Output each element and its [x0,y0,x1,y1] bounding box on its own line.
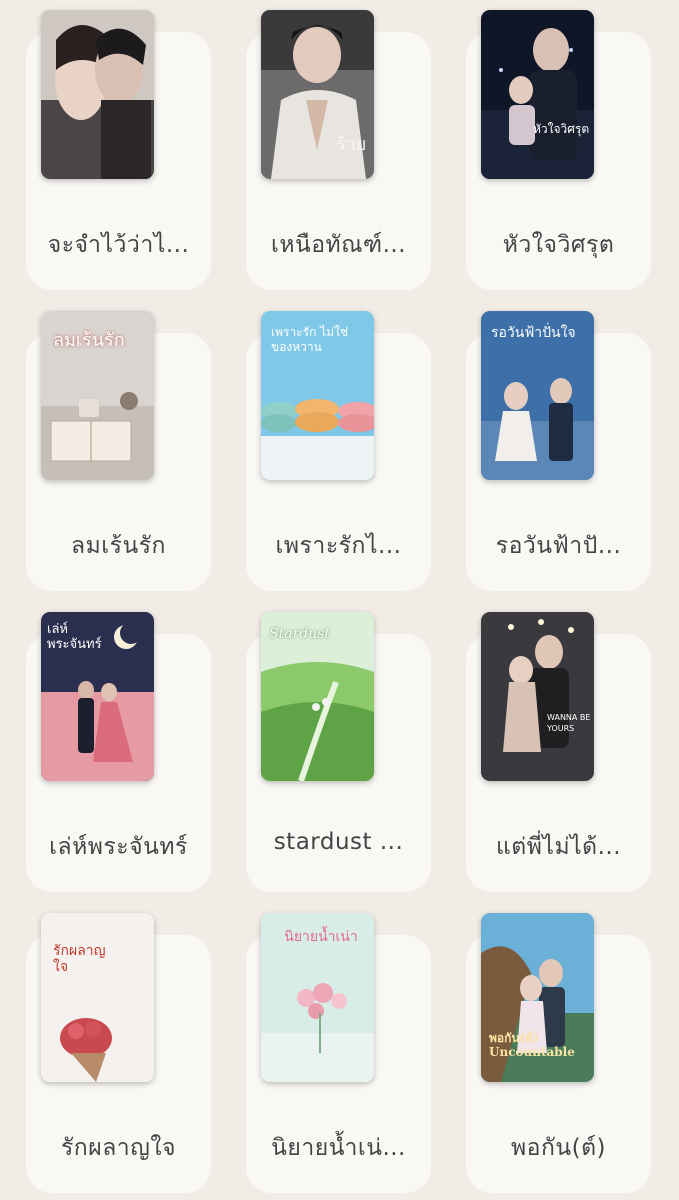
book-title[interactable]: แต่พี่ไม่ได้... [466,829,651,865]
book-title[interactable]: พอกัน(ต์) [466,1130,651,1166]
book-card[interactable]: ลมเร้นรัก ลมเร้นรัก [26,311,211,591]
book-cover[interactable]: นิยายน้ำเน่า [261,913,374,1082]
book-card[interactable]: เล่ห์พระจันทร์ เล่ห์พระจันทร์ [26,612,211,892]
cover-title: รอวันฟ้าปั่นใจ [491,325,576,341]
cover-title: นิยายน้ำเน่า [284,929,358,945]
book-card[interactable]: นิยายน้ำเน่า นิยายน้ำเน่... [246,913,431,1193]
book-title[interactable]: รอวันฟ้าปั... [466,528,651,564]
book-cover[interactable]: Stardust [261,612,374,781]
book-grid: จะจำไว้ว่าไ... ร้าย เหนือทัณฑ์... หัวใจว… [0,0,679,1200]
cover-title: เล่ห์พระจันทร์ [47,622,102,652]
book-card[interactable]: เพราะรัก ไม่ใช่ ของหวาน เพราะรักไ... [246,311,431,591]
book-cover[interactable]: WANNA BE YOURS [481,612,594,781]
book-title[interactable]: เพราะรักไ... [246,528,431,564]
book-cover[interactable]: เพราะรัก ไม่ใช่ ของหวาน [261,311,374,480]
book-title[interactable]: นิยายน้ำเน่... [246,1130,431,1166]
book-cover[interactable] [41,10,154,179]
book-title[interactable]: เล่ห์พระจันทร์ [26,829,211,865]
book-cover[interactable]: ลมเร้นรัก [41,311,154,480]
cover-title: พอกัน(ต์) Uncountable [489,1031,575,1059]
book-cover[interactable]: รักผลาญใจ [41,913,154,1082]
book-title[interactable]: stardust ... [246,829,431,855]
book-cover[interactable]: ร้าย [261,10,374,179]
cover-title: รักผลาญใจ [53,943,106,975]
book-cover[interactable]: เล่ห์พระจันทร์ [41,612,154,781]
book-title[interactable]: ลมเร้นรัก [26,528,211,564]
book-title[interactable]: เหนือทัณฑ์... [246,227,431,263]
svg-text:ร้าย: ร้าย [336,134,366,155]
cover-title: เพราะรัก ไม่ใช่ ของหวาน [271,325,349,354]
book-card[interactable]: หัวใจวิศรุต หัวใจวิศรุต [466,10,651,290]
book-card[interactable]: รักผลาญใจ รักผลาญใจ [26,913,211,1193]
cover-title: ลมเร้นรัก [53,330,125,351]
book-title[interactable]: รักผลาญใจ [26,1130,211,1166]
book-card[interactable]: Stardust stardust ... [246,612,431,892]
book-cover[interactable]: รอวันฟ้าปั่นใจ [481,311,594,480]
book-cover[interactable]: หัวใจวิศรุต [481,10,594,179]
cover-title: Stardust [269,626,331,642]
book-card[interactable]: WANNA BE YOURS แต่พี่ไม่ได้... [466,612,651,892]
book-card[interactable]: พอกัน(ต์) Uncountable พอกัน(ต์) [466,913,651,1193]
book-title[interactable]: หัวใจวิศรุต [466,227,651,263]
book-title[interactable]: จะจำไว้ว่าไ... [26,227,211,263]
book-card[interactable]: รอวันฟ้าปั่นใจ รอวันฟ้าปั... [466,311,651,591]
book-card[interactable]: ร้าย เหนือทัณฑ์... [246,10,431,290]
cover-title: WANNA BE YOURS [547,713,591,733]
cover-title: หัวใจวิศรุต [533,122,590,136]
book-card[interactable]: จะจำไว้ว่าไ... [26,10,211,290]
book-cover[interactable]: พอกัน(ต์) Uncountable [481,913,594,1082]
